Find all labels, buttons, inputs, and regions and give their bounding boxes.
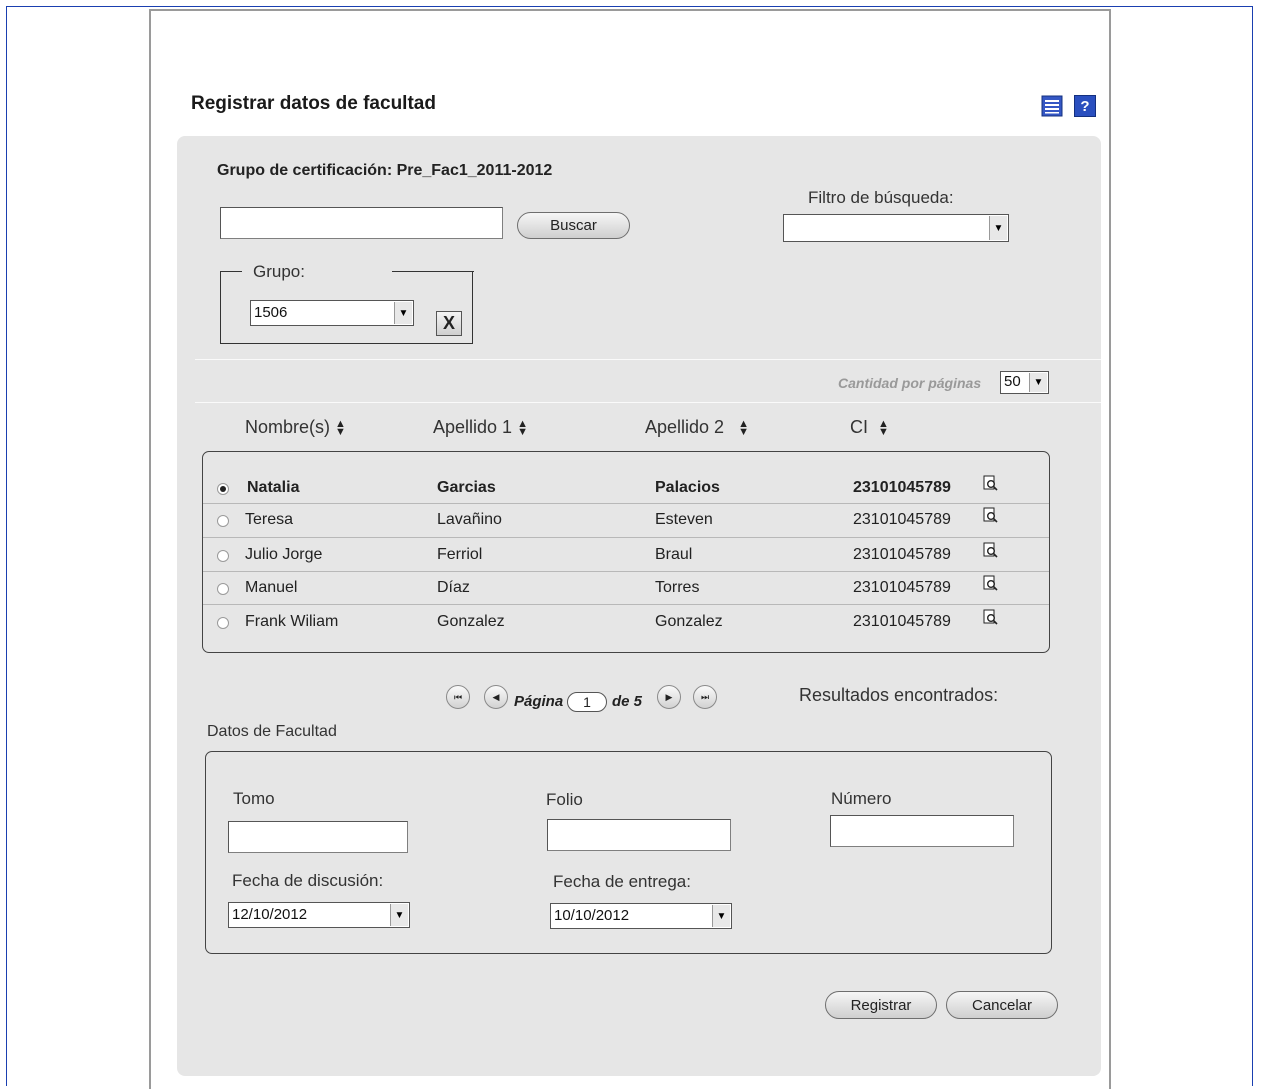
chevron-down-icon: ▼ xyxy=(712,905,730,927)
cell-ci: 23101045789 xyxy=(853,613,951,630)
cell-ap2: Braul xyxy=(655,546,693,563)
divider xyxy=(195,402,1101,403)
cell-ap1: Gonzalez xyxy=(437,613,505,630)
per-page-label: Cantidad por páginas xyxy=(838,375,982,391)
fecha-discusion-value: 12/10/2012 xyxy=(232,906,308,923)
filter-select[interactable]: ▼ xyxy=(783,214,1009,242)
row-radio[interactable] xyxy=(217,515,229,527)
cell-nombre: Teresa xyxy=(245,511,294,528)
row-radio[interactable] xyxy=(217,583,229,595)
row-divider xyxy=(203,503,1049,504)
numero-input[interactable] xyxy=(830,815,1014,847)
cell-ci: 23101045789 xyxy=(853,511,951,528)
divider xyxy=(195,359,1101,360)
sort-icon: ▲ ▼ xyxy=(335,418,346,439)
cell-nombre: Manuel xyxy=(245,579,298,596)
tomo-label: Tomo xyxy=(233,789,275,808)
sort-icon: ▲ ▼ xyxy=(878,418,889,439)
next-page-button[interactable]: ▶ xyxy=(657,685,681,709)
cell-ci: 23101045789 xyxy=(853,546,951,563)
page-number-input[interactable]: 1 xyxy=(567,692,607,712)
cancel-button[interactable]: Cancelar xyxy=(946,991,1058,1019)
clear-grupo-button[interactable]: X xyxy=(436,311,462,336)
view-document-icon[interactable] xyxy=(983,475,998,492)
last-page-button[interactable]: ⏭ xyxy=(693,685,717,709)
prev-page-button[interactable]: ◀ xyxy=(484,685,508,709)
page-label: Página xyxy=(514,693,564,710)
row-radio[interactable] xyxy=(217,550,229,562)
view-document-icon[interactable] xyxy=(983,575,998,592)
cell-ci: 23101045789 xyxy=(853,479,951,496)
numero-label: Número xyxy=(831,789,892,808)
sort-icon: ▲ ▼ xyxy=(738,418,749,439)
folio-label: Folio xyxy=(546,790,583,809)
filter-label: Filtro de búsqueda: xyxy=(808,188,954,207)
cell-ap1: Lavañino xyxy=(437,511,502,528)
header-apellido1-label: Apellido 1 xyxy=(433,417,513,437)
cell-ap1: Díaz xyxy=(437,579,470,596)
cell-ap2: Palacios xyxy=(655,479,720,496)
row-divider xyxy=(203,571,1049,572)
row-divider xyxy=(203,537,1049,538)
tomo-input[interactable] xyxy=(228,821,408,853)
fecha-entrega-select[interactable]: 10/10/2012 ▼ xyxy=(550,903,732,929)
fecha-entrega-label: Fecha de entrega: xyxy=(553,872,691,891)
header-nombre-label: Nombre(s) xyxy=(245,417,331,437)
results-label: Resultados encontrados: xyxy=(799,685,999,705)
header-ci-label: CI xyxy=(850,417,868,437)
certification-group-label: Grupo de certificación: Pre_Fac1_2011-20… xyxy=(217,162,553,179)
row-radio[interactable] xyxy=(217,617,229,629)
header-apellido2[interactable]: Apellido 2 ▲ ▼ xyxy=(645,417,749,438)
cell-nombre: Natalia xyxy=(247,479,300,496)
view-document-icon[interactable] xyxy=(983,507,998,524)
view-document-icon[interactable] xyxy=(983,542,998,559)
fieldset-border-left xyxy=(220,271,242,272)
chevron-down-icon: ▼ xyxy=(989,216,1007,240)
cell-ap2: Esteven xyxy=(655,511,713,528)
page-title: Registrar datos de facultad xyxy=(191,93,436,114)
fieldset-border-right xyxy=(392,271,474,272)
cell-ap2: Gonzalez xyxy=(655,613,723,630)
fecha-entrega-value: 10/10/2012 xyxy=(554,907,630,924)
help-icon[interactable]: ? xyxy=(1074,95,1096,117)
cell-nombre: Frank Wiliam xyxy=(245,613,339,630)
cell-nombre: Julio Jorge xyxy=(245,546,323,563)
sort-icon: ▲ ▼ xyxy=(517,418,528,439)
fecha-discusion-select[interactable]: 12/10/2012 ▼ xyxy=(228,902,410,928)
search-input[interactable] xyxy=(220,207,503,239)
cell-ap1: Ferriol xyxy=(437,546,483,563)
grupo-value: 1506 xyxy=(254,304,288,321)
per-page-value: 50 xyxy=(1004,373,1021,390)
register-button[interactable]: Registrar xyxy=(825,991,937,1019)
row-divider xyxy=(203,604,1049,605)
search-button[interactable]: Buscar xyxy=(517,212,630,239)
folio-input[interactable] xyxy=(547,819,731,851)
first-page-button[interactable]: ⏮ xyxy=(446,685,470,709)
header-nombre[interactable]: Nombre(s) ▲ ▼ xyxy=(245,417,346,438)
chevron-down-icon: ▼ xyxy=(390,904,408,926)
cell-ap2: Torres xyxy=(655,579,700,596)
chevron-down-icon: ▼ xyxy=(1029,373,1047,392)
list-icon[interactable] xyxy=(1041,95,1063,117)
header-apellido2-label: Apellido 2 xyxy=(645,417,725,437)
view-document-icon[interactable] xyxy=(983,609,998,626)
fecha-discusion-label: Fecha de discusión: xyxy=(232,871,384,890)
cell-ap1: Garcias xyxy=(437,479,496,496)
header-apellido1[interactable]: Apellido 1 ▲ ▼ xyxy=(433,417,528,438)
datos-section-label: Datos de Facultad xyxy=(207,723,337,740)
chevron-down-icon: ▼ xyxy=(394,302,412,324)
list-icon-glyph xyxy=(1041,95,1063,117)
header-ci[interactable]: CI ▲ ▼ xyxy=(850,417,889,438)
page-total: de 5 xyxy=(612,693,643,710)
per-page-select[interactable]: 50 ▼ xyxy=(1000,371,1049,394)
grupo-select[interactable]: 1506 ▼ xyxy=(250,300,414,326)
row-radio[interactable] xyxy=(217,483,229,495)
grupo-legend: Grupo: xyxy=(253,262,305,281)
cell-ci: 23101045789 xyxy=(853,579,951,596)
